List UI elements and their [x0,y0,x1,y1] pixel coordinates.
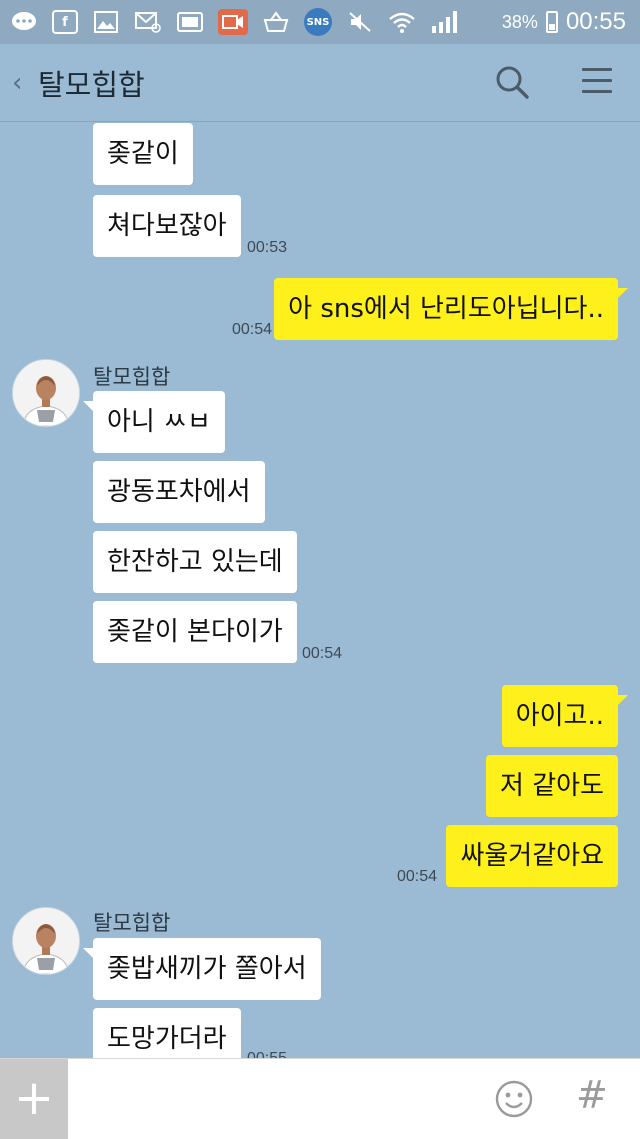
mute-icon [346,9,374,35]
message-bubble[interactable]: 한잔하고 있는데 [93,531,297,593]
message-bubble[interactable]: 좆같이 본다이가 [93,601,297,663]
message-time: 00:54 [397,868,438,885]
message-bubble[interactable]: 쳐다보잖아 [93,195,241,257]
chat-title: 탈모힙합 [38,68,145,102]
signal-icon [430,9,458,35]
wifi-icon [388,9,416,35]
input-bar: + # [0,1058,640,1139]
clock: 00:55 [565,8,626,35]
message-bubble[interactable]: 저 같아도 [486,755,618,817]
message-time: 00:54 [232,321,273,338]
message-bubble[interactable]: 광동포차에서 [93,461,265,523]
message-time: 00:55 [247,1050,287,1058]
search-icon[interactable] [494,64,530,100]
message-input[interactable] [76,1067,480,1133]
email-icon [134,9,162,35]
message-bubble[interactable]: 좆밥새끼가 쫄아서 [83,938,321,1000]
chat-bubble-icon [10,9,38,35]
battery-percent: 38% [501,11,538,32]
emoji-icon[interactable] [494,1079,534,1119]
battery-icon [545,11,558,33]
back-arrow-icon[interactable]: ‹ [12,68,22,98]
status-bar: f SNS 38% 00:55 [0,0,640,44]
basket-icon [262,9,290,35]
sender-name: 탈모힙합 [93,911,171,935]
hash-icon[interactable]: # [576,1073,608,1117]
video-icon [218,9,248,35]
message-bubble[interactable]: 아 sns에서 난리도아닙니다.. [274,278,628,340]
message-time: 00:54 [302,645,343,662]
sender-name: 탈모힙합 [93,365,171,389]
tablet-icon [176,9,204,35]
avatar[interactable] [12,907,80,975]
add-attachment-button[interactable]: + [0,1059,68,1139]
chat-header: ‹ 탈모힙합 [0,44,640,122]
menu-icon[interactable] [582,68,612,96]
message-bubble[interactable]: 싸울거같아요 [446,825,618,887]
message-bubble[interactable]: 도망가더라 [93,1008,241,1058]
message-bubble[interactable]: 아이고.. [501,685,629,747]
chat-area[interactable]: 좆같이 쳐다보잖아 00:53 00:54 아 sns에서 난리도아닙니다.. … [0,123,640,1058]
sns-icon: SNS [304,8,332,36]
message-bubble[interactable]: 아니 ㅆㅂ [83,391,225,453]
message-time: 00:53 [247,239,288,256]
facebook-icon: f [52,10,78,34]
message-bubble[interactable]: 좆같이 [93,123,193,185]
gallery-icon [92,9,120,35]
avatar[interactable] [12,359,80,427]
